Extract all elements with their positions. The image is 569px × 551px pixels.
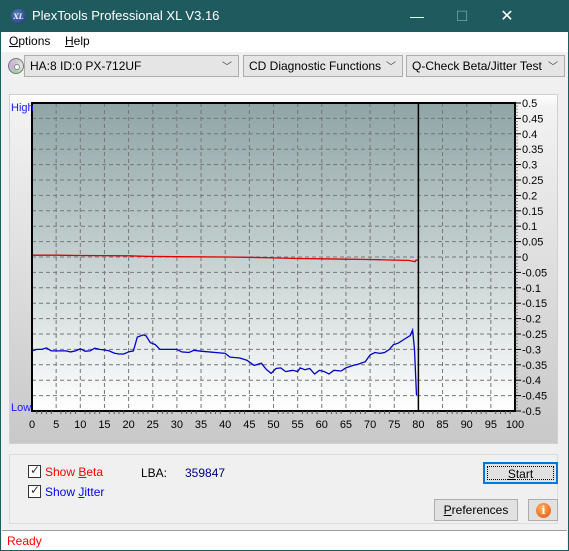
close-button[interactable]: ✕ <box>484 1 530 32</box>
y-tick-label: 0.35 <box>522 144 543 156</box>
x-tick-label: 85 <box>436 419 448 431</box>
x-tick-label: 15 <box>98 419 110 431</box>
x-tick-label: 70 <box>364 419 376 431</box>
y-tick-label: -0.4 <box>522 375 541 387</box>
y-tick-label: 0.1 <box>522 221 537 233</box>
status-text: Ready <box>7 534 42 548</box>
window-title: PlexTools Professional XL V3.16 <box>32 8 220 23</box>
menu-bar: Options Help <box>1 32 568 52</box>
low-label: Low <box>11 402 32 414</box>
test-select[interactable]: Q-Check Beta/Jitter Test ﹀ <box>406 55 565 77</box>
status-bar: Ready <box>2 530 567 550</box>
lba-value: 359847 <box>185 466 226 480</box>
y-tick-label: -0.25 <box>522 329 547 341</box>
x-tick-label: 60 <box>316 419 328 431</box>
app-window: XL PlexTools Professional XL V3.16 — ☐ ✕… <box>0 0 569 551</box>
show-jitter-checkbox[interactable] <box>28 483 41 498</box>
x-tick-label: 0 <box>29 419 35 431</box>
options-panel: Show Beta Show Jitter LBA: 359847 Start … <box>9 454 558 524</box>
menu-options-rest: ptions <box>18 34 51 48</box>
info-icon: i <box>536 503 551 518</box>
drive-select[interactable]: HA:8 ID:0 PX-712UF ﹀ <box>24 55 239 77</box>
x-tick-label: 75 <box>388 419 400 431</box>
x-tick-label: 10 <box>74 419 86 431</box>
x-tick-label: 90 <box>461 419 473 431</box>
chart-panel: 0 5 10 15 20 25 30 35 40 45 50 55 60 65 70 75 80 85 90 95 10… <box>9 94 558 444</box>
show-jitter-label[interactable]: Show Jitter <box>45 485 104 499</box>
y-tick-label: -0.45 <box>522 391 547 403</box>
y-tick-label: 0.4 <box>522 129 537 141</box>
xl-logo-icon: XL <box>11 9 26 24</box>
high-label: High <box>11 102 34 114</box>
chevron-down-icon: ﹀ <box>548 62 558 73</box>
minimize-button[interactable]: — <box>394 1 440 32</box>
function-select[interactable]: CD Diagnostic Functions ﹀ <box>243 55 403 77</box>
y-tick-label: 0.3 <box>522 160 537 172</box>
chevron-down-icon: ﹀ <box>386 62 396 73</box>
preferences-button[interactable]: Preferences <box>434 499 518 521</box>
x-tick-label: 100 <box>506 419 524 431</box>
chevron-down-icon: ﹀ <box>222 62 232 73</box>
y-tick-label: -0.5 <box>522 406 541 418</box>
toolbar: HA:8 ID:0 PX-712UF ﹀ CD Diagnostic Funct… <box>1 52 568 80</box>
y-tick-label: -0.2 <box>522 314 541 326</box>
disc-icon <box>8 58 24 74</box>
show-beta-label[interactable]: Show Beta <box>45 465 103 479</box>
x-tick-label: 65 <box>340 419 352 431</box>
drive-select-value: HA:8 ID:0 PX-712UF <box>30 59 142 73</box>
y-tick-label: 0.5 <box>522 98 537 110</box>
x-tick-label: 30 <box>171 419 183 431</box>
y-tick-label: 0.25 <box>522 175 543 187</box>
y-tick-label: 0.05 <box>522 237 543 249</box>
function-select-value: CD Diagnostic Functions <box>249 59 382 73</box>
title-bar: XL PlexTools Professional XL V3.16 — ☐ ✕ <box>1 1 568 32</box>
x-tick-label: 55 <box>292 419 304 431</box>
x-tick-label: 45 <box>243 419 255 431</box>
y-tick-label: 0 <box>522 252 528 264</box>
menu-help[interactable]: Help <box>65 34 90 48</box>
test-select-value: Q-Check Beta/Jitter Test <box>412 59 542 73</box>
beta-jitter-chart: 0 5 10 15 20 25 30 35 40 45 50 55 60 65 70 75 80 85 90 95 10… <box>29 98 547 431</box>
focus-rect <box>487 466 554 480</box>
maximize-button[interactable]: ☐ <box>439 1 485 32</box>
x-tick-label: 20 <box>122 419 134 431</box>
x-tick-label: 5 <box>53 419 59 431</box>
y-tick-label: 0.2 <box>522 190 537 202</box>
x-tick-label: 40 <box>219 419 231 431</box>
x-tick-label: 80 <box>412 419 424 431</box>
y-tick-label: -0.15 <box>522 298 547 310</box>
y-tick-label: 0.15 <box>522 206 543 218</box>
y-tick-label: -0.35 <box>522 360 547 372</box>
x-tick-label: 35 <box>195 419 207 431</box>
x-tick-label: 50 <box>267 419 279 431</box>
x-tick-label: 25 <box>147 419 159 431</box>
y-tick-label: -0.05 <box>522 267 547 279</box>
show-beta-checkbox[interactable] <box>28 463 41 478</box>
start-button[interactable]: Start <box>483 462 558 484</box>
y-tick-label: 0.45 <box>522 113 543 125</box>
y-tick-label: -0.1 <box>522 283 541 295</box>
menu-help-rest: elp <box>73 34 90 48</box>
menu-options[interactable]: Options <box>9 34 50 48</box>
x-tick-label: 95 <box>485 419 497 431</box>
lba-label: LBA: <box>141 466 168 480</box>
y-tick-label: -0.3 <box>522 344 541 356</box>
info-button[interactable]: i <box>528 499 558 521</box>
